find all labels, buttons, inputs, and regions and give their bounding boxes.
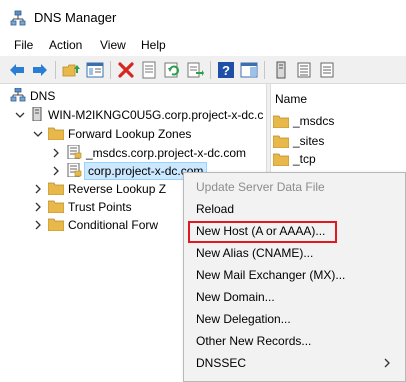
forward-arrow-icon[interactable] <box>31 61 49 79</box>
chevron-down-icon[interactable] <box>15 109 25 121</box>
tree-label-dns: DNS <box>30 89 56 103</box>
list-item-label: _sites <box>293 134 325 148</box>
show-action-pane-icon[interactable] <box>240 61 258 79</box>
menu-action[interactable]: Action <box>49 38 82 52</box>
menu-item-update-server-data-file[interactable]: Update Server Data File <box>184 176 406 198</box>
tree-node-server[interactable]: WIN-M2IKNGC0U5G.corp.project-x-dc.c <box>0 106 266 124</box>
zone-icon[interactable] <box>295 61 313 79</box>
menu-item-label: New Alias (CNAME)... <box>196 246 314 260</box>
chevron-right-icon <box>384 358 390 368</box>
chevron-right-icon[interactable] <box>51 147 61 159</box>
tree-node-forward-lookup-zones[interactable]: Forward Lookup Zones <box>0 125 260 143</box>
chevron-right-icon[interactable] <box>33 201 43 213</box>
chevron-right-icon[interactable] <box>51 165 61 177</box>
menu-item-label: New Domain... <box>196 290 275 304</box>
menu-item-new-alias[interactable]: New Alias (CNAME)... <box>184 242 406 264</box>
menu-item-reload[interactable]: Reload <box>184 198 406 220</box>
folder-icon <box>48 218 64 231</box>
server-icon[interactable] <box>272 61 290 79</box>
show-console-tree-icon[interactable] <box>86 61 104 79</box>
menu-bar: File Action View Help <box>0 34 406 56</box>
menu-item-label: New Delegation... <box>196 312 291 326</box>
help-icon[interactable]: ? <box>217 61 235 79</box>
folder-icon <box>48 200 64 213</box>
window-title: DNS Manager <box>34 10 117 25</box>
folder-icon <box>273 153 289 166</box>
tree-label-server: WIN-M2IKNGC0U5G.corp.project-x-dc.c <box>48 108 264 122</box>
menu-item-label: DNSSEC <box>196 356 247 370</box>
list-item-label: _tcp <box>293 152 316 166</box>
record-icon[interactable] <box>318 61 336 79</box>
highlight-box <box>188 221 337 243</box>
delete-icon[interactable] <box>117 61 135 79</box>
back-arrow-icon[interactable] <box>8 61 26 79</box>
tree-label-trust-points: Trust Points <box>68 200 132 214</box>
context-menu: Update Server Data File Reload New Host … <box>183 172 406 382</box>
menu-view[interactable]: View <box>100 38 126 52</box>
chevron-down-icon[interactable] <box>33 128 43 140</box>
tree-node-zone-msdcs[interactable]: _msdcs.corp.project-x-dc.com <box>0 144 260 162</box>
menu-item-dnssec[interactable]: DNSSEC <box>184 352 406 374</box>
chevron-right-icon[interactable] <box>33 219 43 231</box>
menu-item-label: Other New Records... <box>196 334 312 348</box>
chevron-right-icon[interactable] <box>33 183 43 195</box>
toolbar: ? <box>0 56 406 84</box>
menu-item-new-domain[interactable]: New Domain... <box>184 286 406 308</box>
title-bar: DNS Manager <box>0 0 406 34</box>
menu-item-other-new-records[interactable]: Other New Records... <box>184 330 406 352</box>
refresh-icon[interactable] <box>163 61 181 79</box>
column-header-name[interactable]: Name <box>275 92 307 106</box>
folder-icon <box>48 182 64 195</box>
menu-item-label: Reload <box>196 202 235 216</box>
dns-manager-icon <box>10 10 26 26</box>
tree-node-dns[interactable]: DNS <box>0 87 260 105</box>
tree-label-conditional-forwarders: Conditional Forw <box>68 218 159 232</box>
properties-icon[interactable] <box>140 61 158 79</box>
tree-label-forward-lookup-zones: Forward Lookup Zones <box>68 127 192 141</box>
svg-text:?: ? <box>222 63 230 78</box>
menu-item-label: Update Server Data File <box>196 180 325 194</box>
server-icon <box>32 107 42 121</box>
zone-icon <box>67 163 82 177</box>
folder-icon <box>273 135 289 148</box>
list-item-label: _msdcs <box>293 114 335 128</box>
tree-label-reverse-lookup-zones: Reverse Lookup Z <box>68 182 167 196</box>
menu-item-label: New Mail Exchanger (MX)... <box>196 268 346 282</box>
tree-label-zone-msdcs: _msdcs.corp.project-x-dc.com <box>86 146 247 160</box>
menu-item-new-delegation[interactable]: New Delegation... <box>184 308 406 330</box>
dns-manager-icon <box>10 88 26 102</box>
menu-help[interactable]: Help <box>141 38 166 52</box>
up-folder-icon[interactable] <box>62 61 80 79</box>
folder-icon <box>273 115 289 128</box>
menu-item-new-mail-exchanger[interactable]: New Mail Exchanger (MX)... <box>184 264 406 286</box>
folder-icon <box>48 127 64 140</box>
export-list-icon[interactable] <box>186 61 204 79</box>
menu-file[interactable]: File <box>14 38 33 52</box>
zone-icon <box>67 145 82 159</box>
